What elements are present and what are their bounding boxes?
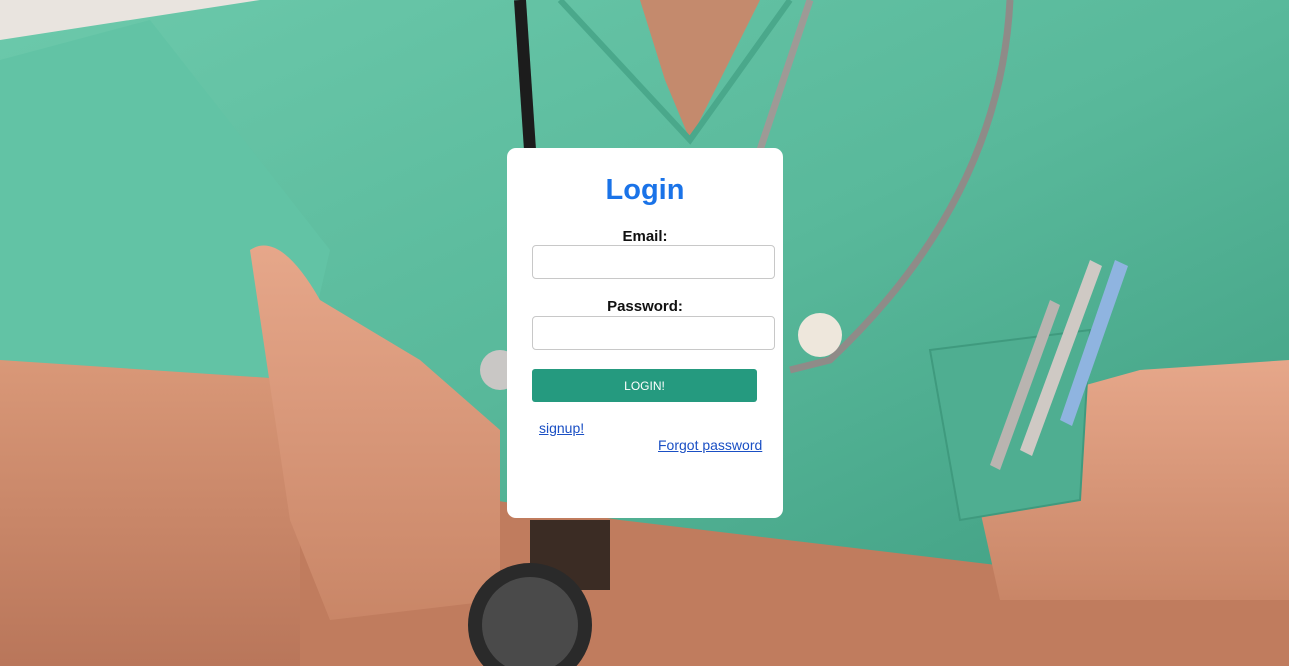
login-button[interactable]: LOGIN!	[532, 369, 757, 402]
login-title: Login	[605, 174, 685, 206]
forgot-password-link[interactable]: Forgot password	[658, 437, 762, 453]
email-label: Email:	[622, 228, 668, 245]
password-input[interactable]	[532, 316, 775, 350]
login-card: Login Email: Password: LOGIN! signup! Fo…	[507, 148, 783, 518]
password-label: Password:	[607, 298, 683, 315]
signup-link[interactable]: signup!	[539, 420, 584, 436]
email-input[interactable]	[532, 245, 775, 279]
